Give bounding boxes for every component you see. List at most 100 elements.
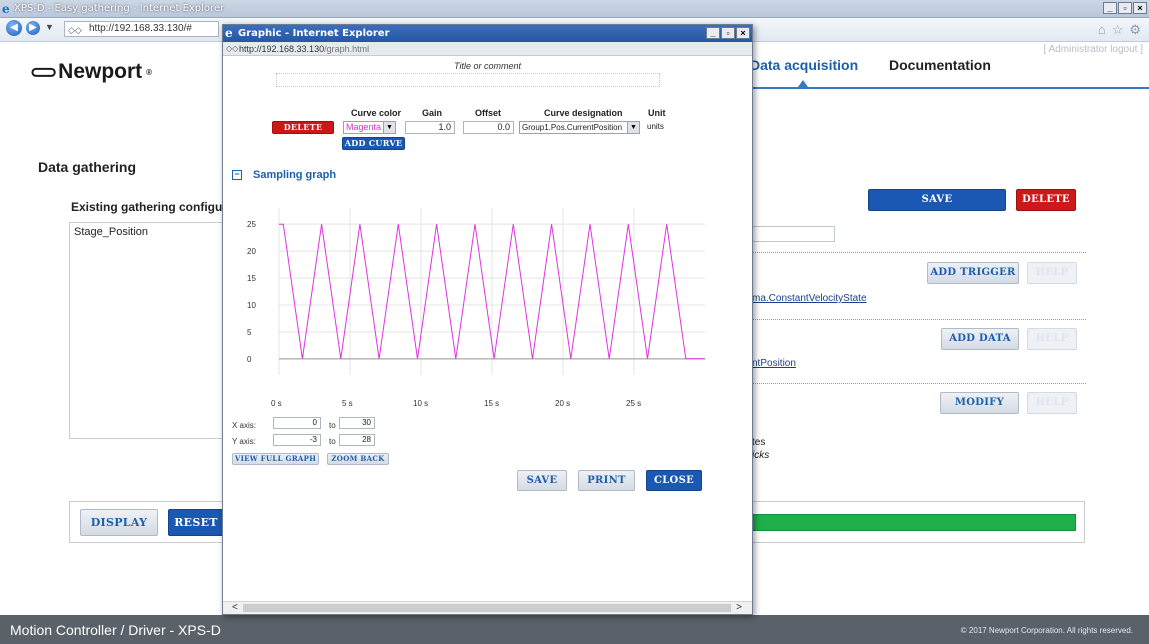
brand-name: Newport bbox=[58, 60, 143, 83]
admin-logout-link[interactable]: [ Administrator logout ] bbox=[1044, 44, 1144, 55]
address-text: http://192.168.33.130/# bbox=[89, 23, 192, 34]
help-button[interactable]: HELP bbox=[1027, 392, 1077, 414]
page-title: Data gathering bbox=[38, 159, 137, 175]
note-text: tes bbox=[752, 437, 766, 448]
curve-designation-header: Curve designation bbox=[544, 108, 623, 118]
close-popup-button[interactable]: CLOSE bbox=[646, 470, 702, 491]
y-tick-label: 15 bbox=[247, 274, 256, 283]
popup-window-controls: _ ▫ × bbox=[706, 27, 750, 39]
offset-header: Offset bbox=[475, 108, 502, 118]
sampling-graph-chart: 0 5 10 15 20 25 0 s 5 s 10 s 15 s 20 s 25 s bbox=[247, 208, 705, 408]
close-window-button[interactable]: × bbox=[736, 27, 750, 39]
divider bbox=[748, 319, 1086, 320]
title-comment-input[interactable] bbox=[276, 73, 660, 87]
gain-input[interactable]: 1.0 bbox=[405, 121, 455, 134]
url-host: http://192.168.33.130 bbox=[239, 44, 325, 54]
x-tick-label: 15 s bbox=[484, 399, 499, 408]
to-label: to bbox=[329, 437, 336, 446]
progress-bar bbox=[748, 514, 1076, 531]
footer: Motion Controller / Driver - XPS-D © 201… bbox=[0, 615, 1149, 644]
print-button[interactable]: PRINT bbox=[578, 470, 635, 491]
tab-data-acquisition[interactable]: Data acquisition bbox=[750, 57, 858, 73]
curve-designation-value: Group1.Pos.CurrentPosition bbox=[522, 123, 623, 132]
x-tick-label: 10 s bbox=[413, 399, 428, 408]
scroll-right-icon[interactable]: > bbox=[736, 602, 742, 614]
config-list[interactable]: Stage_Position bbox=[69, 222, 229, 439]
y-axis-label: Y axis: bbox=[232, 437, 256, 446]
modify-button[interactable]: MODIFY bbox=[940, 392, 1019, 414]
y-axis-to-input[interactable]: 28 bbox=[339, 434, 375, 446]
main-window-titlebar: e XPS-D - Easy gathering - Internet Expl… bbox=[0, 0, 1149, 18]
unit-header: Unit bbox=[648, 108, 666, 118]
maximize-button[interactable]: ▫ bbox=[1118, 2, 1132, 14]
main-window-title: XPS-D - Easy gathering - Internet Explor… bbox=[14, 3, 225, 14]
y-axis-from-input[interactable]: -3 bbox=[273, 434, 321, 446]
maximize-button[interactable]: ▫ bbox=[721, 27, 735, 39]
x-axis-to-input[interactable]: 30 bbox=[339, 417, 375, 429]
dropdown-arrow-icon[interactable]: ▼ bbox=[45, 22, 54, 32]
trigger-link[interactable]: ma.ConstantVelocityState bbox=[752, 293, 867, 304]
to-label: to bbox=[329, 421, 336, 430]
zoom-back-button[interactable]: ZOOM BACK bbox=[327, 453, 389, 465]
curve-color-select[interactable]: Magenta ▼ bbox=[343, 121, 396, 134]
offset-input[interactable]: 0.0 bbox=[463, 121, 514, 134]
active-tab-caret bbox=[798, 80, 808, 87]
minimize-button[interactable]: _ bbox=[1103, 2, 1117, 14]
note-text: icks bbox=[752, 450, 770, 461]
tab-documentation[interactable]: Documentation bbox=[889, 57, 991, 73]
nav-underline bbox=[740, 87, 1149, 89]
popup-titlebar: e Graphic - Internet Explorer _ ▫ × bbox=[223, 25, 752, 42]
view-full-graph-button[interactable]: VIEW FULL GRAPH bbox=[232, 453, 319, 465]
curve-designation-select[interactable]: Group1.Pos.CurrentPosition ▼ bbox=[519, 121, 640, 134]
chevron-down-icon: ▼ bbox=[383, 122, 395, 133]
delete-curve-button[interactable]: DELETE bbox=[272, 121, 334, 134]
data-link[interactable]: ntPosition bbox=[752, 358, 796, 369]
y-tick-label: 20 bbox=[247, 247, 256, 256]
add-trigger-button[interactable]: ADD TRIGGER bbox=[927, 262, 1019, 284]
address-bar[interactable]: ◇◇ http://192.168.33.130/# bbox=[64, 21, 219, 37]
delete-configuration-button[interactable]: DELETE bbox=[1016, 189, 1076, 211]
unit-value: units bbox=[647, 122, 664, 131]
display-button[interactable]: DISPLAY bbox=[80, 509, 158, 536]
help-button[interactable]: HELP bbox=[1027, 328, 1077, 350]
close-window-button[interactable]: × bbox=[1133, 2, 1147, 14]
scroll-thumb[interactable] bbox=[243, 604, 731, 612]
horizontal-scrollbar[interactable]: < > bbox=[223, 601, 752, 614]
existing-configs-label: Existing gathering configu bbox=[71, 200, 223, 214]
x-tick-label: 0 s bbox=[271, 399, 282, 408]
list-item[interactable]: Stage_Position bbox=[74, 226, 224, 238]
chevron-down-icon: ▼ bbox=[627, 122, 639, 133]
ie-icon: e bbox=[2, 2, 10, 16]
help-button[interactable]: HELP bbox=[1027, 262, 1077, 284]
add-curve-button[interactable]: ADD CURVE bbox=[342, 137, 405, 150]
window-controls: _ ▫ × bbox=[1103, 2, 1147, 14]
x-axis-label: X axis: bbox=[232, 421, 257, 430]
reset-button[interactable]: RESET bbox=[168, 509, 224, 536]
title-comment-label: Title or comment bbox=[454, 61, 521, 71]
url-path: /graph.html bbox=[324, 44, 370, 54]
divider bbox=[748, 252, 1086, 253]
forward-icon[interactable]: ▶ bbox=[26, 21, 40, 35]
browser-right-icons: ⌂ ☆ ⚙ bbox=[1098, 22, 1141, 38]
x-axis-from-input[interactable]: 0 bbox=[273, 417, 321, 429]
footer-copyright: © 2017 Newport Corporation. All rights r… bbox=[960, 626, 1133, 635]
add-data-button[interactable]: ADD DATA bbox=[941, 328, 1019, 350]
x-tick-label: 20 s bbox=[555, 399, 570, 408]
favorites-star-icon[interactable]: ☆ bbox=[1112, 22, 1124, 38]
newport-mark-icon: ⊂⊃ bbox=[30, 61, 57, 82]
scroll-left-icon[interactable]: < bbox=[232, 602, 238, 614]
configuration-name-input[interactable] bbox=[748, 226, 835, 242]
collapse-icon[interactable]: − bbox=[232, 170, 242, 180]
back-icon[interactable]: ◀ bbox=[6, 20, 22, 36]
sampling-graph-title: Sampling graph bbox=[253, 169, 337, 181]
settings-gear-icon[interactable]: ⚙ bbox=[1129, 22, 1141, 38]
save-graph-button[interactable]: SAVE bbox=[517, 470, 567, 491]
y-tick-label: 25 bbox=[247, 220, 256, 229]
home-icon[interactable]: ⌂ bbox=[1098, 22, 1106, 38]
popup-address-bar: ◇◇ http://192.168.33.130/graph.html bbox=[223, 42, 752, 56]
minimize-button[interactable]: _ bbox=[706, 27, 720, 39]
footer-product: Motion Controller / Driver - XPS-D bbox=[10, 622, 221, 638]
curve-color-header: Curve color bbox=[351, 108, 402, 118]
y-tick-label: 5 bbox=[247, 328, 252, 337]
save-configuration-button[interactable]: SAVE CONFIGURATION bbox=[868, 189, 1006, 225]
